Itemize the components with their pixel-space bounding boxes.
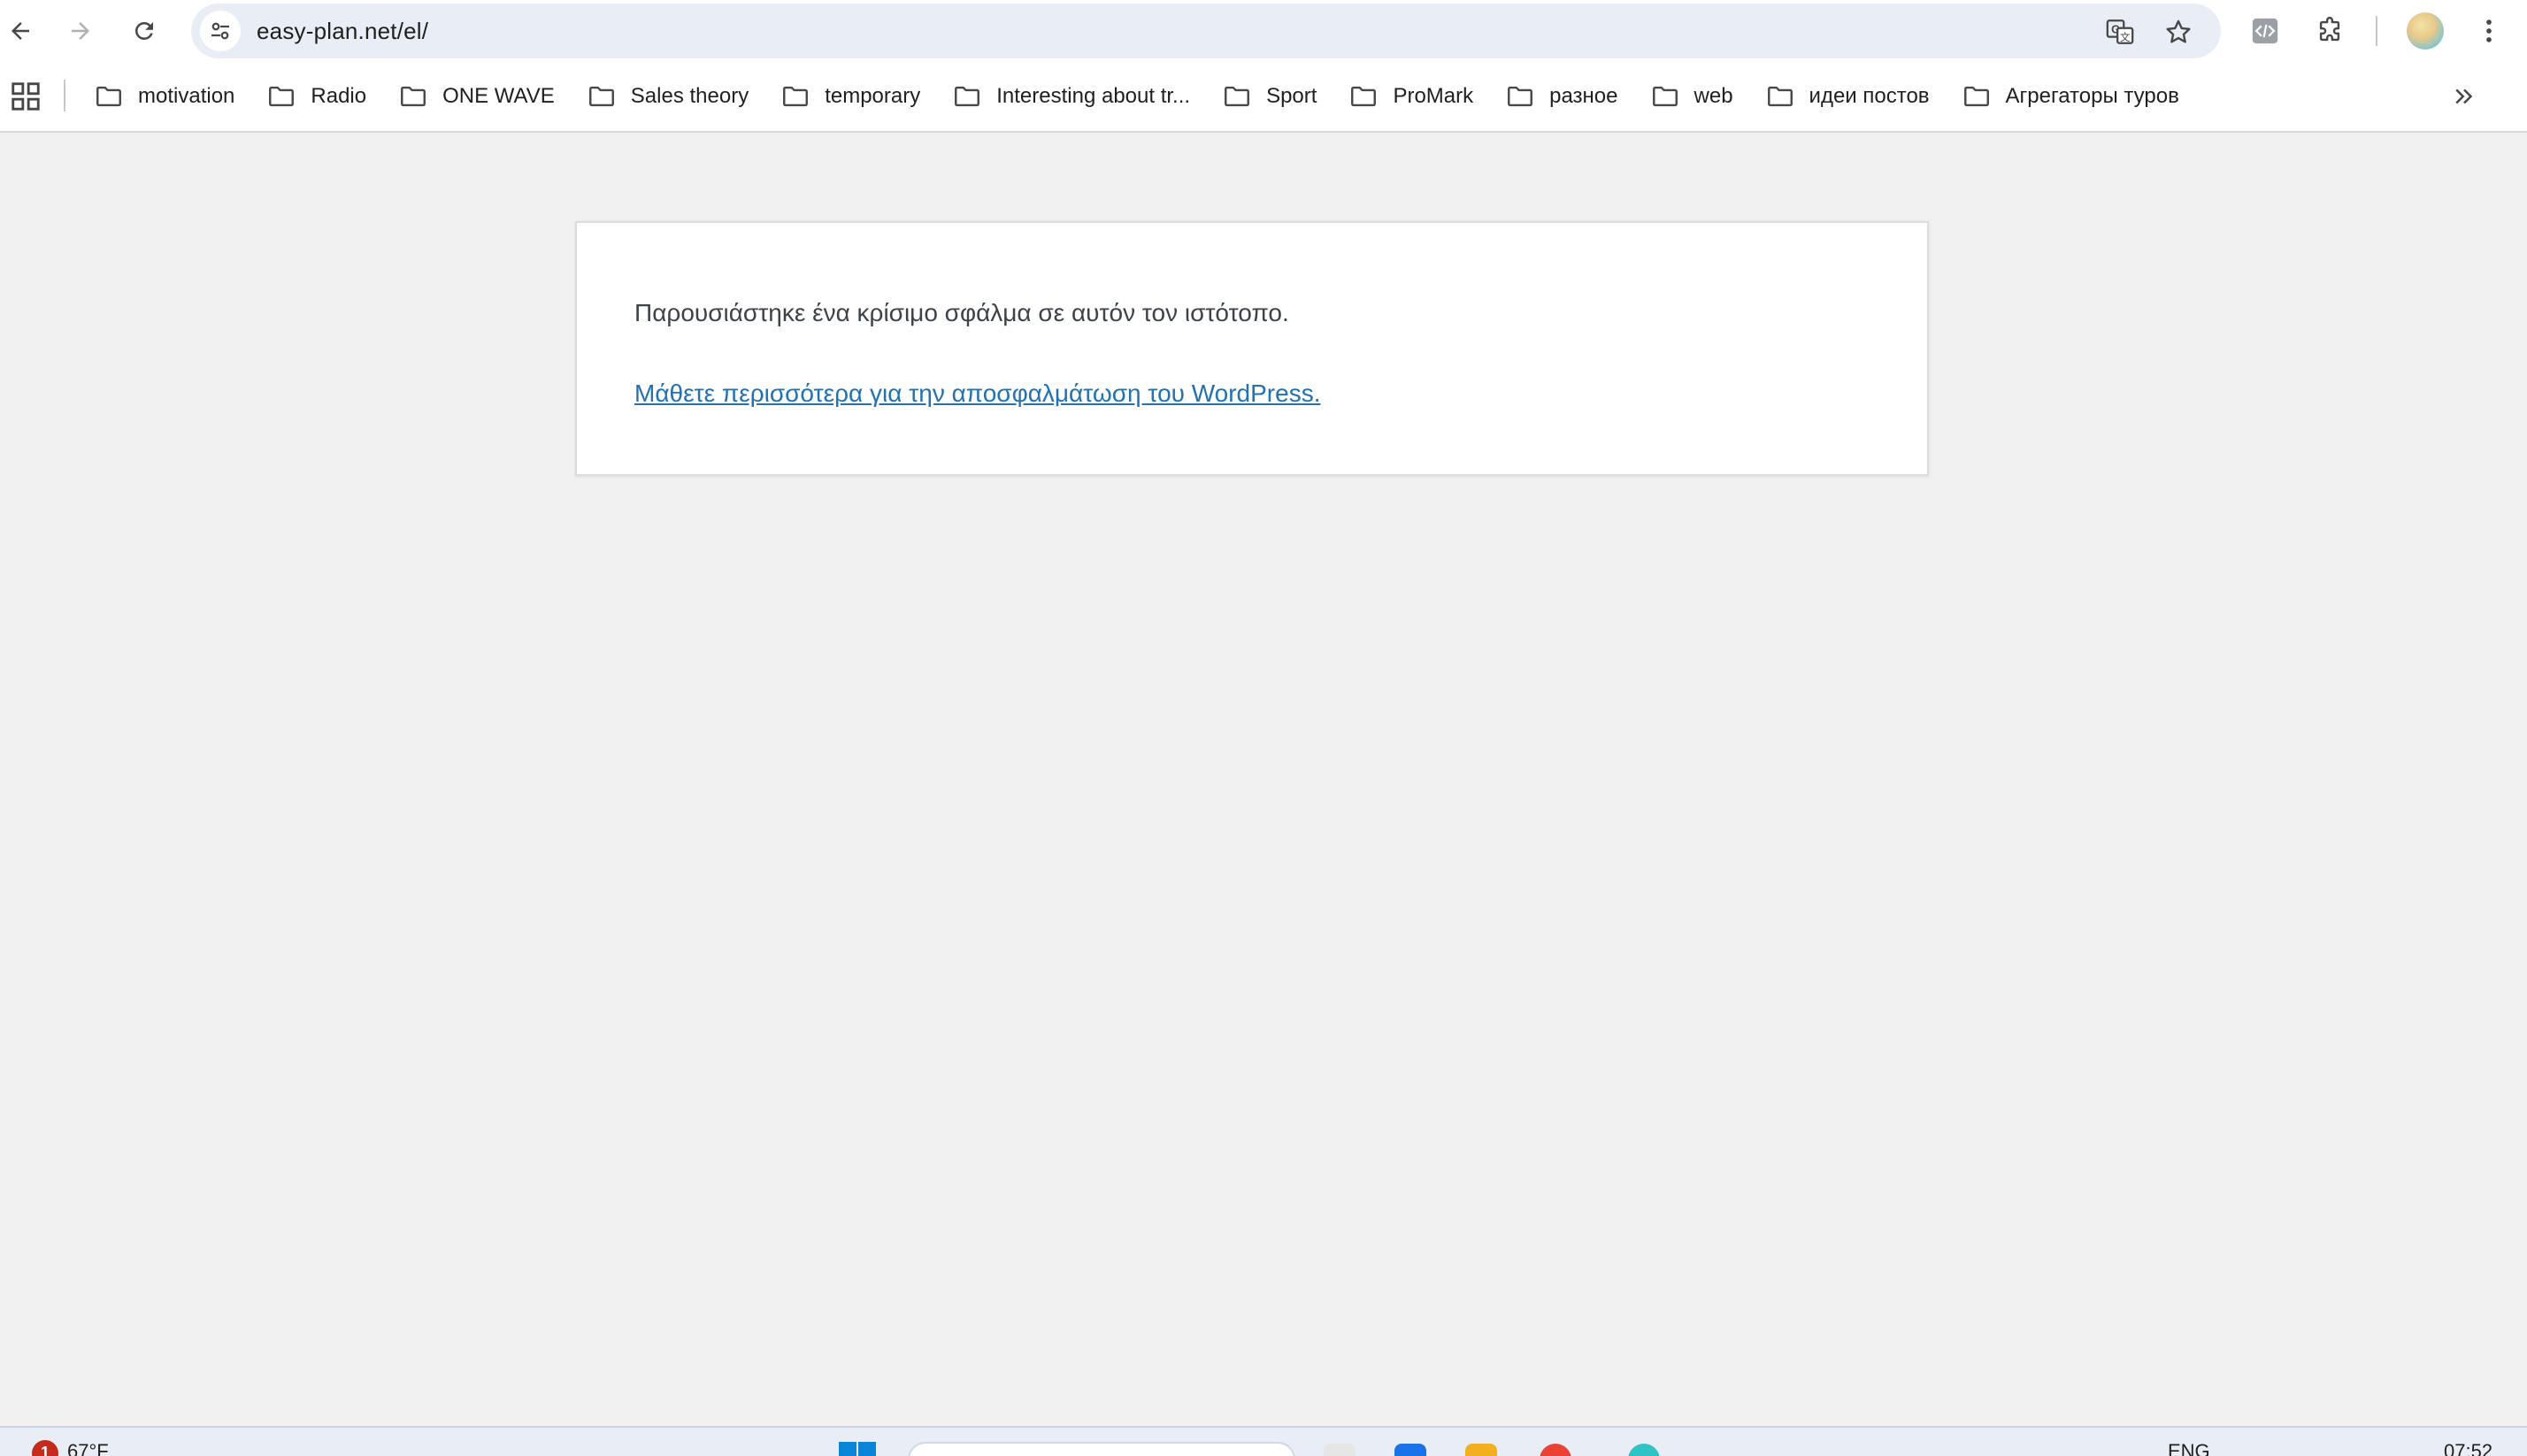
apps-grid-icon[interactable] <box>9 80 42 113</box>
svg-text:文: 文 <box>2120 31 2130 43</box>
kebab-menu-icon <box>2486 19 2492 42</box>
bookmark-folder-label: motivation <box>138 84 235 108</box>
bookmark-folder[interactable]: Sales theory <box>572 73 763 120</box>
folder-icon <box>269 86 295 107</box>
os-taskbar: 1 67°F ENG 07:52 <box>0 1426 2527 1456</box>
folder-icon <box>1963 86 1989 107</box>
folder-icon <box>401 86 426 107</box>
bookmark-folder-label: Radio <box>311 84 367 108</box>
devtools-extension-button[interactable] <box>2245 11 2285 51</box>
bookmark-folder[interactable]: motivation <box>80 73 249 120</box>
profile-avatar[interactable] <box>2407 12 2444 50</box>
star-icon <box>2166 19 2191 43</box>
bookmark-folder-label: Interesting about tr... <box>996 84 1191 108</box>
bookmark-folder[interactable]: web <box>1636 73 1747 120</box>
error-message: Παρουσιάστηκε ένα κρίσιμο σφάλμα σε αυτό… <box>634 299 1289 326</box>
site-info-button[interactable] <box>200 11 241 51</box>
folder-icon <box>588 86 614 107</box>
folder-icon <box>1508 86 1533 107</box>
bookmark-folder-label: разное <box>1549 84 1618 108</box>
arrow-right-icon <box>72 22 89 40</box>
bookmarks-divider <box>64 80 65 111</box>
folder-icon <box>1652 86 1678 107</box>
language-indicator[interactable]: ENG <box>2168 1440 2210 1456</box>
bookmark-star-button[interactable] <box>2161 14 2196 50</box>
notification-badge[interactable]: 1 <box>32 1440 58 1456</box>
folder-icon <box>1351 86 1377 107</box>
bookmark-folder[interactable]: Sport <box>1208 73 1331 120</box>
folder-icon <box>783 86 809 107</box>
browser-toolbar: easy-plan.net/el/ G 文 <box>0 0 2527 62</box>
arrow-left-icon <box>12 22 29 40</box>
puzzle-icon <box>2319 16 2340 42</box>
bookmark-folder[interactable]: ProMark <box>1334 73 1487 120</box>
chrome-menu-button[interactable] <box>2469 11 2509 51</box>
code-icon <box>2252 18 2278 44</box>
translate-icon: G 文 <box>2106 19 2134 44</box>
translate-button[interactable]: G 文 <box>2102 14 2138 50</box>
chevron-double-right-icon <box>2455 88 2473 104</box>
wp-error-box: Παρουσιάστηκε ένα κρίσιμο σφάλμα σε αυτό… <box>575 221 1929 476</box>
bookmark-folder-label: ONE WAVE <box>442 84 555 108</box>
folder-icon <box>96 86 121 107</box>
wordpress-debugging-link[interactable]: Μάθετε περισσότερα για την αποσφαλμάτωση… <box>634 379 1320 408</box>
bookmark-folder[interactable]: разное <box>1491 73 1632 120</box>
bookmark-folder[interactable]: Interesting about tr... <box>938 73 1204 120</box>
weather-widget[interactable]: 67°F <box>67 1440 109 1456</box>
bookmarks-bar: motivation Radio ONE WAVE Sales theory tempo… <box>0 62 2527 133</box>
bookmark-folder[interactable]: Radio <box>252 73 380 120</box>
tune-icon <box>211 22 229 40</box>
reload-icon <box>134 21 153 40</box>
toolbar-divider <box>2376 16 2377 46</box>
bookmark-folder-label: web <box>1694 84 1733 108</box>
bookmark-folders: motivation Radio ONE WAVE Sales theory tempo… <box>80 62 2197 131</box>
extensions-button[interactable] <box>2309 11 2350 51</box>
bookmark-folder-label: Агрегаторы туров <box>2005 84 2179 108</box>
bookmark-folder[interactable]: ONE WAVE <box>384 73 569 120</box>
reload-button[interactable] <box>124 11 165 51</box>
url-text[interactable]: easy-plan.net/el/ <box>257 18 428 45</box>
bookmark-folder-label: ProMark <box>1393 84 1474 108</box>
address-bar[interactable]: easy-plan.net/el/ G 文 <box>191 4 2221 58</box>
clock[interactable]: 07:52 <box>2444 1440 2492 1456</box>
folder-icon <box>1225 86 1250 107</box>
more-bookmarks-button[interactable] <box>2446 78 2483 115</box>
bookmark-folder-label: temporary <box>825 84 921 108</box>
bookmark-folder[interactable]: Агрегаторы туров <box>1947 73 2193 120</box>
bookmark-folder-label: Sales theory <box>630 84 749 108</box>
forward-button[interactable] <box>60 11 101 51</box>
back-button[interactable] <box>0 11 41 51</box>
bookmark-folder-label: Sport <box>1266 84 1317 108</box>
bookmark-folder[interactable]: temporary <box>766 73 934 120</box>
folder-icon <box>1767 86 1793 107</box>
bookmark-folder[interactable]: идеи постов <box>1751 73 1944 120</box>
folder-icon <box>955 86 980 107</box>
bookmark-folder-label: идеи постов <box>1809 84 1930 108</box>
